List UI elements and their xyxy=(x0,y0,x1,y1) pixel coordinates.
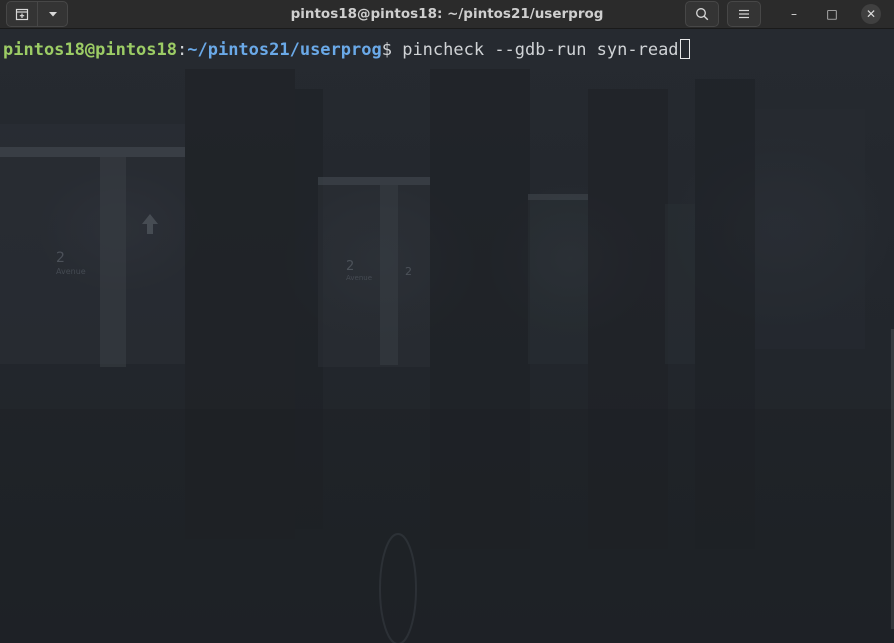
platform-sign-text-2: Avenue xyxy=(346,274,372,282)
platform-sign-text: Avenue xyxy=(56,267,86,276)
new-tab-button[interactable] xyxy=(7,2,38,26)
close-icon: ✕ xyxy=(865,7,877,21)
new-tab-icon xyxy=(15,8,29,21)
minimize-icon: – xyxy=(791,7,797,21)
maximize-icon: □ xyxy=(826,7,838,21)
prompt-separator: : xyxy=(177,40,188,60)
menu-button[interactable] xyxy=(727,1,761,27)
tab-controls xyxy=(6,1,68,27)
search-icon xyxy=(696,8,709,21)
search-button[interactable] xyxy=(685,1,719,27)
window-titlebar: pintos18@pintos18: ~/pintos21/userprog –… xyxy=(0,0,894,29)
platform-sign-number: 2 xyxy=(56,250,65,266)
minimize-button[interactable]: – xyxy=(784,4,804,24)
hamburger-menu-icon xyxy=(739,9,749,19)
prompt-user-host: pintos18@pintos18 xyxy=(3,40,177,60)
prompt-symbol: $ xyxy=(381,40,403,60)
command-line[interactable]: pintos18@pintos18:~/pintos21/userprog$ p… xyxy=(3,39,690,61)
chevron-down-icon xyxy=(49,12,57,17)
platform-sign-number-2: 2 xyxy=(346,259,354,274)
text-cursor xyxy=(679,39,690,59)
platform-sign-number-3: 2 xyxy=(405,265,412,278)
tab-menu-button[interactable] xyxy=(38,2,68,26)
command-text: pincheck --gdb-run syn-read xyxy=(402,40,679,60)
prompt-path: ~/pintos21/userprog xyxy=(187,40,382,60)
background-wallpaper: 2 Avenue 2 Avenue 2 xyxy=(0,69,894,643)
terminal-area[interactable]: 2 Avenue 2 Avenue 2 pintos18@pintos18:~/… xyxy=(0,29,894,643)
maximize-button[interactable]: □ xyxy=(822,4,842,24)
close-button[interactable]: ✕ xyxy=(861,4,881,24)
